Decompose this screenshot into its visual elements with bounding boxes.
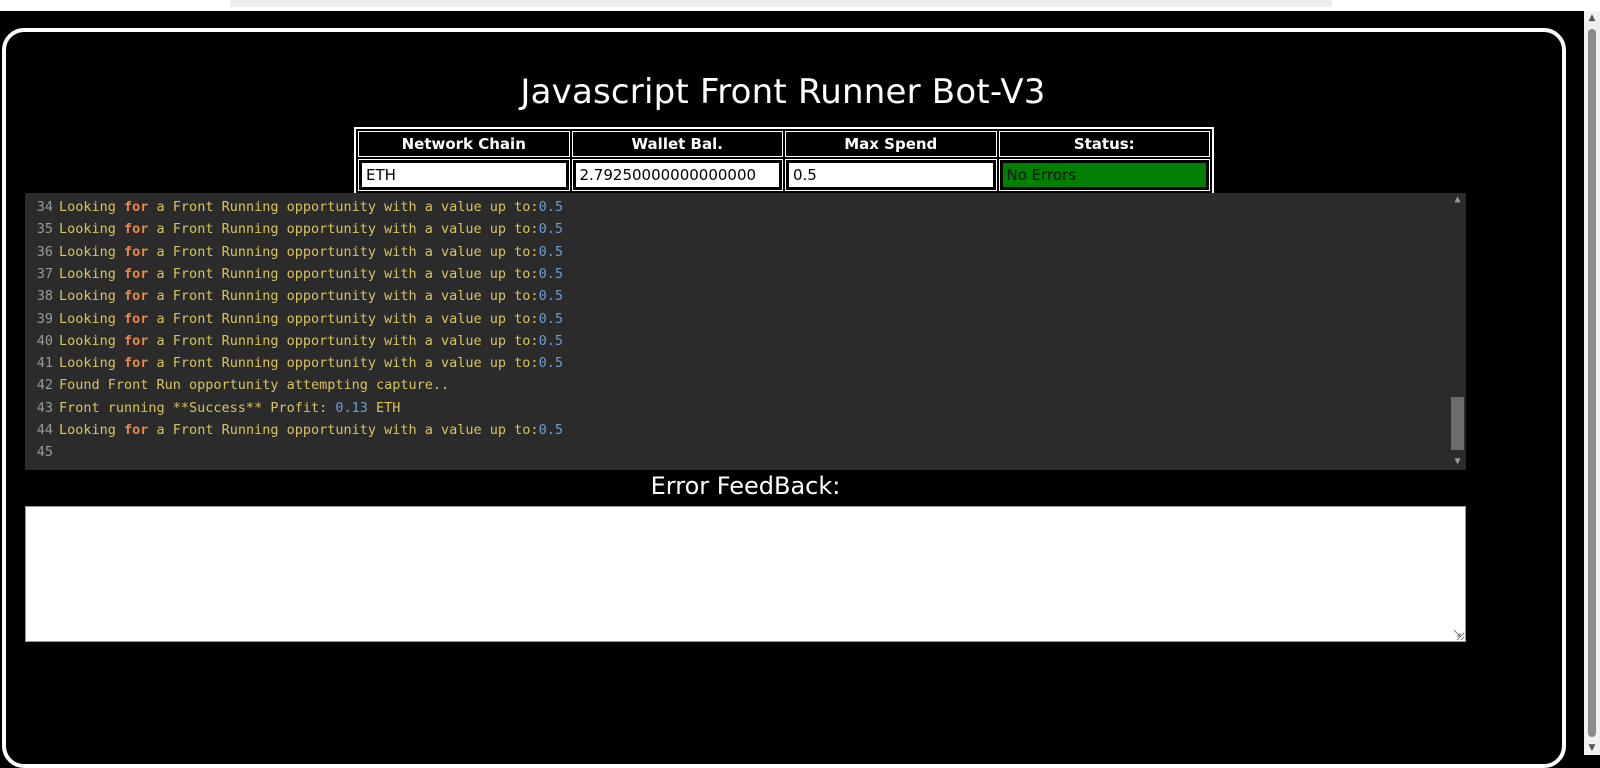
console-line: Looking for a Front Running opportunity …: [59, 355, 563, 371]
console-text-pre: Looking: [59, 199, 125, 215]
console-text-pre: Front running **Success** Profit:: [59, 399, 336, 416]
console-text-kw: for: [124, 310, 149, 327]
console-text-mid: a Front Running opportunity with a value…: [148, 199, 539, 215]
console-text-mid: a Front Running opportunity with a value…: [148, 265, 539, 282]
page-title: Javascript Front Runner Bot-V3: [520, 72, 1046, 112]
console-text-kw: for: [124, 288, 149, 305]
info-table: Network Chain Wallet Bal. Max Spend Stat…: [354, 127, 1214, 195]
console-text-num: 0.5: [538, 422, 563, 438]
console-text-pre: Looking: [59, 243, 125, 260]
console-line: Looking for a Front Running opportunity …: [59, 199, 563, 215]
console-text-pre: Looking: [59, 332, 125, 349]
console-text-mid: a Front Running opportunity with a value…: [148, 243, 539, 260]
browser-top-strip: [0, 0, 1600, 11]
network-chain-value: ETH: [360, 161, 568, 189]
max-spend-cell: 0.5: [785, 159, 997, 191]
console-scrollbar[interactable]: ▲ ▼: [1449, 193, 1466, 470]
console-text-post: ETH: [367, 399, 401, 416]
wallet-balance-value: 2.79250000000000000: [573, 161, 781, 189]
console-text-mid: a Front Running opportunity with a value…: [148, 332, 539, 349]
console-text-num: 0.5: [538, 243, 563, 260]
console-line: Looking for a Front Running opportunity …: [59, 221, 563, 237]
address-bar-strip: [230, 0, 1332, 7]
console-text-mid: a Front Running opportunity with a value…: [148, 288, 539, 305]
console-line-number: 39: [36, 310, 53, 327]
header-network-chain: Network Chain: [358, 131, 570, 157]
console-text-kw: for: [124, 199, 149, 215]
console-line: Front running **Success** Profit: 0.13 E…: [59, 400, 400, 416]
console-line: Looking for a Front Running opportunity …: [59, 311, 563, 327]
info-table-header-row: Network Chain Wallet Bal. Max Spend Stat…: [358, 131, 1210, 157]
console-line: Looking for a Front Running opportunity …: [59, 244, 563, 260]
console-line-number: 35: [36, 221, 53, 238]
console-text-mid: a Front Running opportunity with a value…: [148, 221, 539, 238]
info-table-value-row: ETH 2.79250000000000000 0.5 No Errors: [358, 159, 1210, 191]
console-text-pre: Looking: [59, 265, 125, 282]
console-text-kw: for: [124, 355, 149, 372]
console-text-kw: for: [124, 221, 149, 238]
console-text-mid: a Front Running opportunity with a value…: [148, 310, 539, 327]
console-line-number: 43: [36, 399, 53, 416]
console-text-kw: for: [124, 332, 149, 349]
console-line-number: 37: [36, 265, 53, 282]
console-text-kw: for: [124, 422, 149, 438]
header-status: Status:: [998, 131, 1210, 157]
console-line-number: 41: [36, 355, 53, 372]
console-text-num: 0.5: [538, 332, 563, 349]
console-text-kw: for: [124, 243, 149, 260]
console-line-number: 36: [36, 243, 53, 260]
header-max-spend: Max Spend: [785, 131, 997, 157]
status-indicator: No Errors: [1000, 161, 1208, 189]
console-text-num: 0.5: [538, 310, 563, 327]
console-text-pre: Found Front Run opportunity attempting c…: [59, 377, 450, 394]
console-line: Looking for a Front Running opportunity …: [59, 266, 563, 282]
error-feedback-textarea[interactable]: [25, 506, 1466, 642]
console-text-pre: Looking: [59, 288, 125, 305]
console-line-number: 44: [36, 422, 53, 438]
console-line-number: 42: [36, 377, 53, 394]
console-text-num: 0.13: [335, 399, 368, 416]
window-scroll-down-icon[interactable]: ▼: [1584, 741, 1600, 755]
console-text-kw: for: [124, 265, 149, 282]
console-text-pre: Looking: [59, 221, 125, 238]
console-text-num: 0.5: [538, 265, 563, 282]
console-scroll-thumb[interactable]: [1451, 397, 1464, 450]
console-line-number: 40: [36, 332, 53, 349]
scroll-down-icon[interactable]: ▼: [1449, 455, 1466, 469]
error-feedback-label: Error FeedBack:: [650, 472, 841, 500]
window-scrollbar[interactable]: ▲ ▼: [1584, 11, 1600, 755]
console-text-num: 0.5: [538, 221, 563, 238]
console-text-mid: a Front Running opportunity with a value…: [148, 422, 539, 438]
max-spend-value: 0.5: [787, 161, 995, 189]
window-scroll-up-icon[interactable]: ▲: [1584, 11, 1600, 25]
console-text-pre: Looking: [59, 355, 125, 372]
console-line: Found Front Run opportunity attempting c…: [59, 377, 449, 393]
network-cell: ETH: [358, 159, 570, 191]
console-line: Looking for a Front Running opportunity …: [59, 333, 563, 349]
console-line-number: 34: [36, 199, 53, 215]
wallet-cell: 2.79250000000000000: [571, 159, 783, 191]
console-line: Looking for a Front Running opportunity …: [59, 288, 563, 304]
console-output[interactable]: ▲ ▼ 34 Looking for a Front Running opport…: [25, 193, 1466, 470]
console-line-number: 38: [36, 288, 53, 305]
scroll-up-icon[interactable]: ▲: [1449, 193, 1466, 207]
console-text-num: 0.5: [538, 355, 563, 372]
console-line: Looking for a Front Running opportunity …: [59, 422, 563, 438]
header-wallet-balance: Wallet Bal.: [571, 131, 783, 157]
console-text-pre: Looking: [59, 422, 125, 438]
console-text-pre: Looking: [59, 310, 125, 327]
console-text-num: 0.5: [538, 199, 563, 215]
console-line-number: 45: [36, 444, 53, 461]
status-cell: No Errors: [998, 159, 1210, 191]
console-text-num: 0.5: [538, 288, 563, 305]
window-scroll-thumb[interactable]: [1588, 29, 1596, 737]
console-text-mid: a Front Running opportunity with a value…: [148, 355, 539, 372]
